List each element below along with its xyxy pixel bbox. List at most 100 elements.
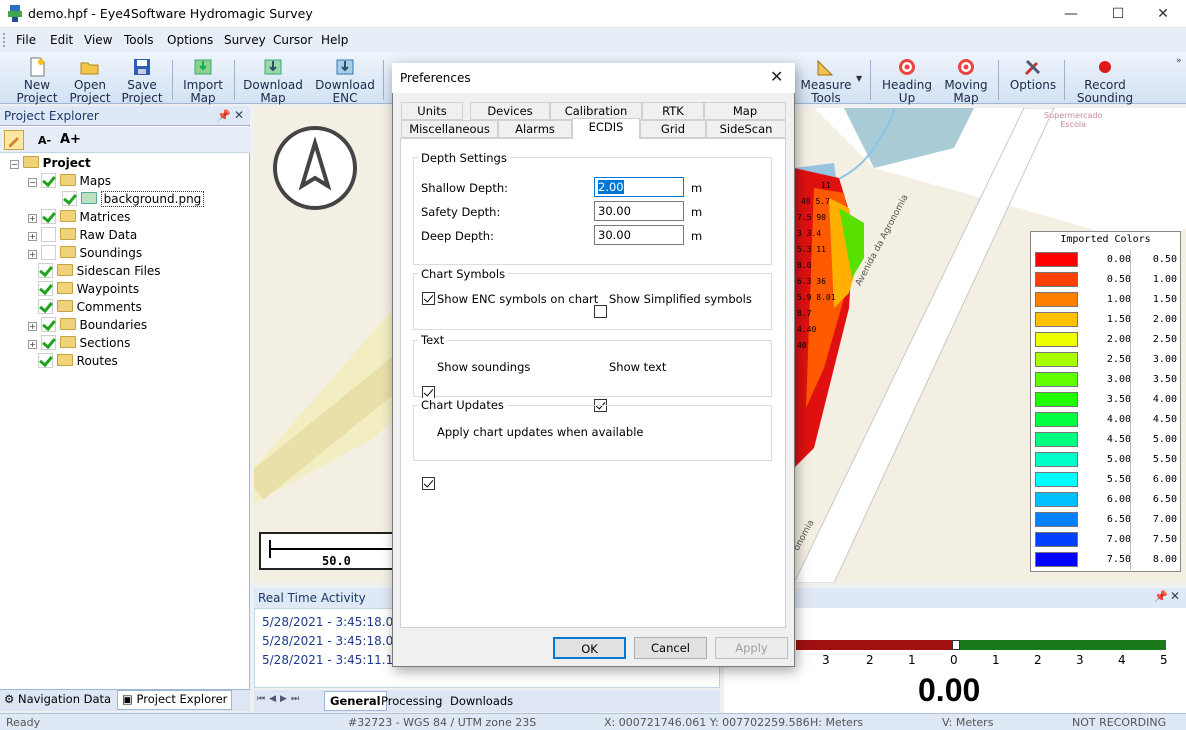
tree-item-raw-data[interactable]: + Raw Data [28, 226, 137, 244]
open-project-button[interactable]: Open Project [65, 54, 115, 105]
expand-icon[interactable]: + [28, 214, 37, 223]
font-smaller-button[interactable]: A- [38, 134, 51, 147]
folder-icon [56, 354, 73, 366]
record-sounding-button[interactable]: Record Sounding [1074, 54, 1136, 105]
tab-alarms[interactable]: Alarms [498, 120, 572, 138]
options-button[interactable]: Options [1006, 54, 1060, 104]
show-text-label[interactable]: Show text [609, 360, 666, 374]
close-button[interactable]: ✕ [1140, 0, 1186, 28]
apply-updates-checkbox[interactable] [422, 477, 435, 490]
target-icon [899, 59, 915, 75]
enc-symbols-checkbox[interactable] [422, 292, 435, 305]
checkbox-maps[interactable] [40, 173, 56, 188]
checkbox-comments[interactable] [38, 299, 53, 314]
collapse-icon[interactable]: − [28, 178, 37, 187]
minimize-button[interactable]: — [1048, 0, 1094, 28]
checkbox-raw-data[interactable] [40, 227, 56, 242]
tools-icon [1024, 59, 1041, 76]
pin-icon[interactable]: 📌 [217, 109, 231, 122]
tree-label-routes: Routes [76, 354, 118, 368]
save-project-button[interactable]: Save Project [118, 54, 166, 105]
collapse-icon[interactable]: − [10, 160, 19, 169]
tree-item-maps[interactable]: − Maps [28, 172, 111, 190]
enc-symbols-label[interactable]: Show ENC symbols on chart [437, 292, 598, 306]
checkbox-routes[interactable] [38, 353, 53, 368]
tab-devices[interactable]: Devices [470, 102, 550, 120]
checkbox-soundings[interactable] [40, 245, 56, 260]
ok-button[interactable]: OK [553, 637, 626, 659]
heading-up-button[interactable]: Heading Up [880, 54, 934, 105]
tab-navigation-data[interactable]: ⚙ Navigation Data [4, 692, 111, 706]
menu-file[interactable]: File [16, 33, 36, 47]
tree-item-boundaries[interactable]: + Boundaries [28, 316, 147, 334]
tree-item-soundings[interactable]: + Soundings [28, 244, 142, 262]
checkbox-sidescan[interactable] [38, 263, 53, 278]
tab-miscellaneous[interactable]: Miscellaneous [401, 120, 498, 138]
tree-item-sections[interactable]: + Sections [28, 334, 130, 352]
tab-sidescan[interactable]: SideScan [706, 120, 786, 138]
new-project-button[interactable]: New Project [12, 54, 62, 105]
checkbox-waypoints[interactable] [38, 281, 53, 296]
expand-icon[interactable]: + [28, 340, 37, 349]
tab-grid[interactable]: Grid [640, 120, 706, 138]
apply-button[interactable]: Apply [715, 637, 788, 659]
toolbar-overflow-icon[interactable]: » [1176, 56, 1182, 66]
menu-view[interactable]: View [84, 33, 112, 47]
measure-tools-button[interactable]: Measure Tools [800, 54, 852, 105]
tab-downloads[interactable]: Downloads [450, 694, 513, 708]
safety-depth-input[interactable]: 30.00 [594, 201, 684, 221]
tab-processing[interactable]: Processing [381, 694, 442, 708]
panel-close-icon[interactable]: ✕ [234, 108, 244, 122]
simplified-symbols-checkbox[interactable] [594, 305, 607, 318]
legend-from: 1.50 [1106, 314, 1131, 325]
checkbox-background[interactable] [62, 191, 77, 206]
tab-project-explorer[interactable]: ▣ Project Explorer [117, 690, 233, 710]
font-larger-button[interactable]: A+ [60, 132, 81, 147]
tab-rtk[interactable]: RTK [642, 102, 704, 120]
measure-dropdown-arrow-icon[interactable]: ▼ [856, 74, 862, 83]
tab-ecdis[interactable]: ECDIS [572, 118, 640, 139]
tab-map[interactable]: Map [704, 102, 786, 120]
sounding-value: 4.40 [797, 325, 817, 334]
shallow-depth-input[interactable]: 2.00 [594, 177, 684, 197]
sounding-value: 40 [797, 341, 807, 350]
menu-cursor[interactable]: Cursor [273, 33, 312, 47]
expand-icon[interactable]: + [28, 322, 37, 331]
depth-tick: 3 [1076, 653, 1084, 667]
tab-units[interactable]: Units [401, 102, 463, 120]
menu-tools[interactable]: Tools [124, 33, 154, 47]
toolbar-separator [234, 60, 235, 100]
tree-item-routes[interactable]: Routes [38, 352, 118, 370]
pin-icon[interactable]: 📌 [1154, 590, 1168, 603]
show-soundings-label[interactable]: Show soundings [437, 360, 530, 374]
tree-item-waypoints[interactable]: Waypoints [38, 280, 139, 298]
tree-item-sidescan[interactable]: Sidescan Files [38, 262, 161, 280]
panel-close-icon[interactable]: ✕ [1170, 589, 1180, 603]
menu-options[interactable]: Options [167, 33, 213, 47]
tree-item-comments[interactable]: Comments [38, 298, 142, 316]
cancel-button[interactable]: Cancel [634, 637, 707, 659]
tree-toggle-button[interactable] [4, 130, 24, 150]
download-enc-button[interactable]: Download ENC [314, 54, 376, 105]
import-map-button[interactable]: Import Map [178, 54, 228, 105]
simplified-symbols-label[interactable]: Show Simplified symbols [609, 292, 752, 306]
tree-item-matrices[interactable]: + Matrices [28, 208, 130, 226]
menu-help[interactable]: Help [321, 33, 348, 47]
download-map-button[interactable]: Download Map [242, 54, 304, 105]
menu-survey[interactable]: Survey [224, 33, 266, 47]
log-nav-arrows[interactable]: ⏮◀▶⏭ [257, 694, 303, 704]
expand-icon[interactable]: + [28, 232, 37, 241]
deep-depth-input[interactable]: 30.00 [594, 225, 684, 245]
dialog-close-icon[interactable]: ✕ [770, 67, 783, 86]
checkbox-boundaries[interactable] [40, 317, 56, 332]
menu-edit[interactable]: Edit [50, 33, 73, 47]
tree-item-background[interactable]: background.png [62, 190, 205, 208]
maximize-button[interactable]: ☐ [1095, 0, 1141, 28]
apply-updates-label[interactable]: Apply chart updates when available [437, 425, 643, 439]
moving-map-button[interactable]: Moving Map [940, 54, 992, 105]
tab-general[interactable]: General [324, 691, 387, 711]
checkbox-sections[interactable] [40, 335, 56, 350]
tree-item-project[interactable]: − Project [10, 154, 91, 172]
checkbox-matrices[interactable] [40, 209, 56, 224]
expand-icon[interactable]: + [28, 250, 37, 259]
